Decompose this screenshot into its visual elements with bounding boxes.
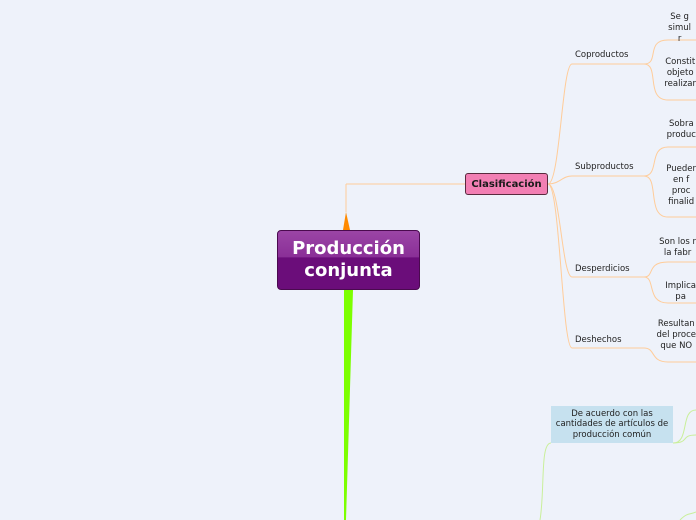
detail-node[interactable]: Constit objeto realizar — [664, 57, 696, 90]
green-branch — [344, 290, 353, 520]
detail-node[interactable]: Resultan del proce que NO — [657, 319, 696, 352]
detail-node[interactable]: Se g simul r — [668, 12, 691, 45]
mind-map-canvas: Producción conjunta Clasificación Coprod… — [0, 0, 696, 520]
category-deshechos[interactable]: Deshechos — [575, 335, 622, 345]
central-topic[interactable]: Producción conjunta — [277, 230, 420, 290]
detail-node[interactable]: Implica pa — [665, 281, 696, 303]
category-coproductos[interactable]: Coproductos — [575, 50, 628, 60]
detail-node[interactable]: Sobra produc — [667, 119, 696, 141]
blue-subtopic-node[interactable]: De acuerdo con las cantidades de artícul… — [551, 406, 673, 443]
orange-branch — [343, 212, 350, 230]
clasificacion-node[interactable]: Clasificación — [465, 173, 548, 195]
category-subproductos[interactable]: Subproductos — [575, 162, 634, 172]
detail-node[interactable]: Son los r la fabr — [659, 237, 696, 259]
central-topic-line1: Producción — [292, 238, 405, 259]
central-topic-line2: conjunta — [304, 260, 393, 281]
category-desperdicios[interactable]: Desperdicios — [575, 264, 630, 274]
detail-node[interactable]: Pueder en f proc finalid — [666, 164, 696, 208]
